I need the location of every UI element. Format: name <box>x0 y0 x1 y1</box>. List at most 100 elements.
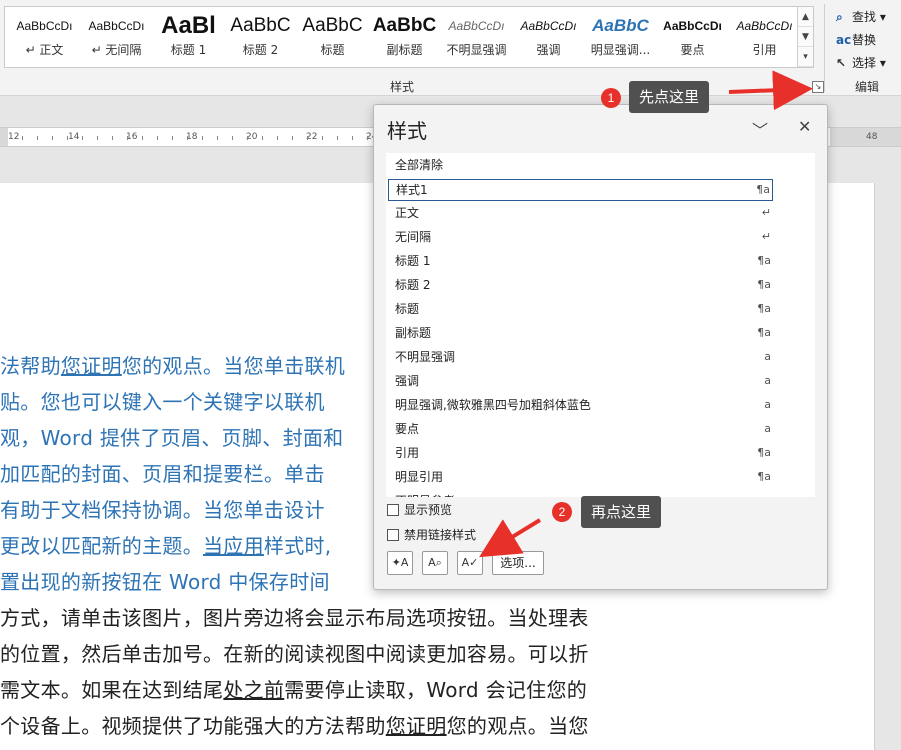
replace-button[interactable]: ac替换 <box>836 31 876 48</box>
style-inspector-icon: A⌕ <box>428 556 442 569</box>
text-run: 贴。您也可以键入一个关键字以联机 <box>0 390 325 414</box>
style-name: ↵ 无间隔 <box>91 43 142 57</box>
style-gallery-item[interactable]: AaBbCcDı ↵ 正文 <box>9 11 80 65</box>
document-line: 有助于文档保持协调。当您单击设计 <box>0 494 325 523</box>
cursor-icon: ↖ <box>836 56 847 70</box>
text-run: 您的观点。当您 <box>446 714 589 738</box>
style-list-label: 强调 <box>395 374 420 388</box>
options-button[interactable]: 选项... <box>492 551 544 575</box>
ruler-tick <box>217 136 218 140</box>
replace-icon: ac <box>836 33 852 47</box>
ruler-tick <box>247 136 248 140</box>
close-icon[interactable]: ✕ <box>798 117 811 136</box>
style-gallery-item[interactable]: AaBbCcDı 不明显强调 <box>441 11 512 65</box>
underlined-text: 您证明 <box>60 354 122 378</box>
replace-label: 替换 <box>852 33 877 47</box>
show-preview-checkbox[interactable]: 显示预览 <box>387 501 452 518</box>
ruler-tick <box>172 136 173 140</box>
pane-title: 样式 <box>387 119 427 143</box>
styles-dialog-launcher-icon[interactable]: ↘ <box>812 81 824 93</box>
select-button[interactable]: ↖ 选择 ▾ <box>836 54 886 71</box>
style-list-item[interactable]: 要点 a <box>388 419 773 441</box>
chevron-down-icon[interactable]: ﹀ <box>752 117 768 141</box>
style-list-item[interactable]: 标题 2 ¶a <box>388 275 773 297</box>
manage-styles-button[interactable]: A✓ <box>457 551 483 575</box>
ruler-tick <box>157 136 158 140</box>
gallery-scroll-up-icon[interactable]: ▲ <box>798 7 813 27</box>
document-line: 加匹配的封面、页眉和提要栏。单击 <box>0 458 325 487</box>
ruler-tick <box>202 136 203 140</box>
style-list-label: 不明显参考 <box>395 494 455 497</box>
style-gallery-item[interactable]: AaBbCcDı ↵ 无间隔 <box>81 11 152 65</box>
style-list-item[interactable]: 标题 1 ¶a <box>388 251 773 273</box>
step2-tooltip: 再点这里 <box>581 496 662 528</box>
new-style-button[interactable]: ✦A <box>387 551 413 575</box>
style-sample: AaBl <box>161 12 216 39</box>
style-gallery-item[interactable]: AaBbC 标题 <box>297 11 368 65</box>
styles-gallery: ▲ ▼ ▾ AaBbCcDı ↵ 正文 AaBbCcDı ↵ 无间隔 AaBl 标题 1A… <box>4 6 814 68</box>
gallery-more-icon[interactable]: ▾ <box>798 47 813 67</box>
style-type-icon: ¶a <box>757 302 771 315</box>
ruler-tick <box>142 136 143 140</box>
ruler-label: 12 <box>8 132 20 142</box>
style-list-item[interactable]: 全部清除 <box>388 155 773 177</box>
step2-badge: 2 <box>552 502 572 522</box>
style-gallery-item[interactable]: AaBbCcDı 引用 <box>729 11 800 65</box>
style-list-item[interactable]: 无间隔 ↵ <box>388 227 773 249</box>
style-gallery-item[interactable]: AaBbC 副标题 <box>369 11 440 65</box>
style-list-label: 正文 <box>395 206 420 220</box>
style-list-item[interactable]: 副标题 ¶a <box>388 323 773 345</box>
style-gallery-item[interactable]: AaBbCcDı 强调 <box>513 11 584 65</box>
text-run: 有助于文档保持协调。当您单击设计 <box>0 498 325 522</box>
style-name: 强调 <box>536 43 561 57</box>
style-name: 明显强调... <box>590 43 651 57</box>
ruler-label: 14 <box>68 132 80 142</box>
style-type-icon: ¶a <box>757 278 771 291</box>
style-list-label: 副标题 <box>395 326 432 340</box>
style-list-item[interactable]: 标题 ¶a <box>388 299 773 321</box>
checkbox-icon[interactable] <box>387 504 399 516</box>
text-run: 置出现的新按钮在 Word 中保存时间 <box>0 570 330 594</box>
style-sample: AaBbCcDı <box>16 19 73 33</box>
style-type-icon: ¶a <box>757 470 771 483</box>
style-type-icon: ¶a <box>757 446 771 459</box>
ruler-tick <box>97 136 98 140</box>
style-list-item[interactable]: 明显引用 ¶a <box>388 467 773 489</box>
document-line: 置出现的新按钮在 Word 中保存时间 <box>0 566 330 595</box>
text-run: 方式，请单击该图片，图片旁边将会显示布局选项按钮。当处理表 <box>0 606 589 630</box>
ruler-margin-left <box>0 128 8 146</box>
style-list-item[interactable]: 明显强调,微软雅黑四号加粗斜体蓝色 a <box>388 395 773 417</box>
style-list-label: 标题 1 <box>395 254 431 268</box>
show-preview-label: 显示预览 <box>404 503 453 517</box>
disable-linked-checkbox[interactable]: 禁用链接样式 <box>387 526 476 543</box>
ruler-tick <box>52 136 53 140</box>
style-gallery-item[interactable]: AaBbCcDı 要点 <box>657 11 728 65</box>
text-run: 更改以匹配新的主题。 <box>0 534 203 558</box>
style-list-item[interactable]: 不明显强调 a <box>388 347 773 369</box>
style-type-icon: a <box>764 491 771 497</box>
style-type-icon: ¶a <box>756 183 770 196</box>
style-list-item[interactable]: 不明显参考 a <box>388 491 773 497</box>
style-gallery-item[interactable]: AaBbC 明显强调... <box>585 11 656 65</box>
style-list-item[interactable]: 正文 ↵ <box>388 203 773 225</box>
group-divider <box>824 4 825 92</box>
manage-styles-icon: A✓ <box>461 556 479 569</box>
text-run: 加匹配的封面、页眉和提要栏。单击 <box>0 462 325 486</box>
document-line: 需文本。如果在达到结尾处之前需要停止读取，Word 会记住您的 <box>0 674 587 703</box>
style-list-item[interactable]: 样式1 ¶a <box>388 179 773 201</box>
checkbox-icon[interactable] <box>387 529 399 541</box>
style-inspector-button[interactable]: A⌕ <box>422 551 448 575</box>
style-name: 标题 <box>320 43 345 57</box>
ruler-tick <box>337 136 338 140</box>
select-label: 选择 <box>852 56 877 70</box>
style-list-item[interactable]: 强调 a <box>388 371 773 393</box>
step1-badge: 1 <box>601 88 621 108</box>
style-list-label: 全部清除 <box>395 158 444 172</box>
style-gallery-item[interactable]: AaBbC 标题 2 <box>225 11 296 65</box>
style-list-item[interactable]: 引用 ¶a <box>388 443 773 465</box>
ruler-tick <box>262 136 263 140</box>
find-button[interactable]: ⌕ 查找 ▾ <box>836 8 886 25</box>
style-sample: AaBbC <box>302 15 363 36</box>
gallery-scroll-down-icon[interactable]: ▼ <box>798 27 813 47</box>
style-gallery-item[interactable]: AaBl 标题 1 <box>153 11 224 65</box>
